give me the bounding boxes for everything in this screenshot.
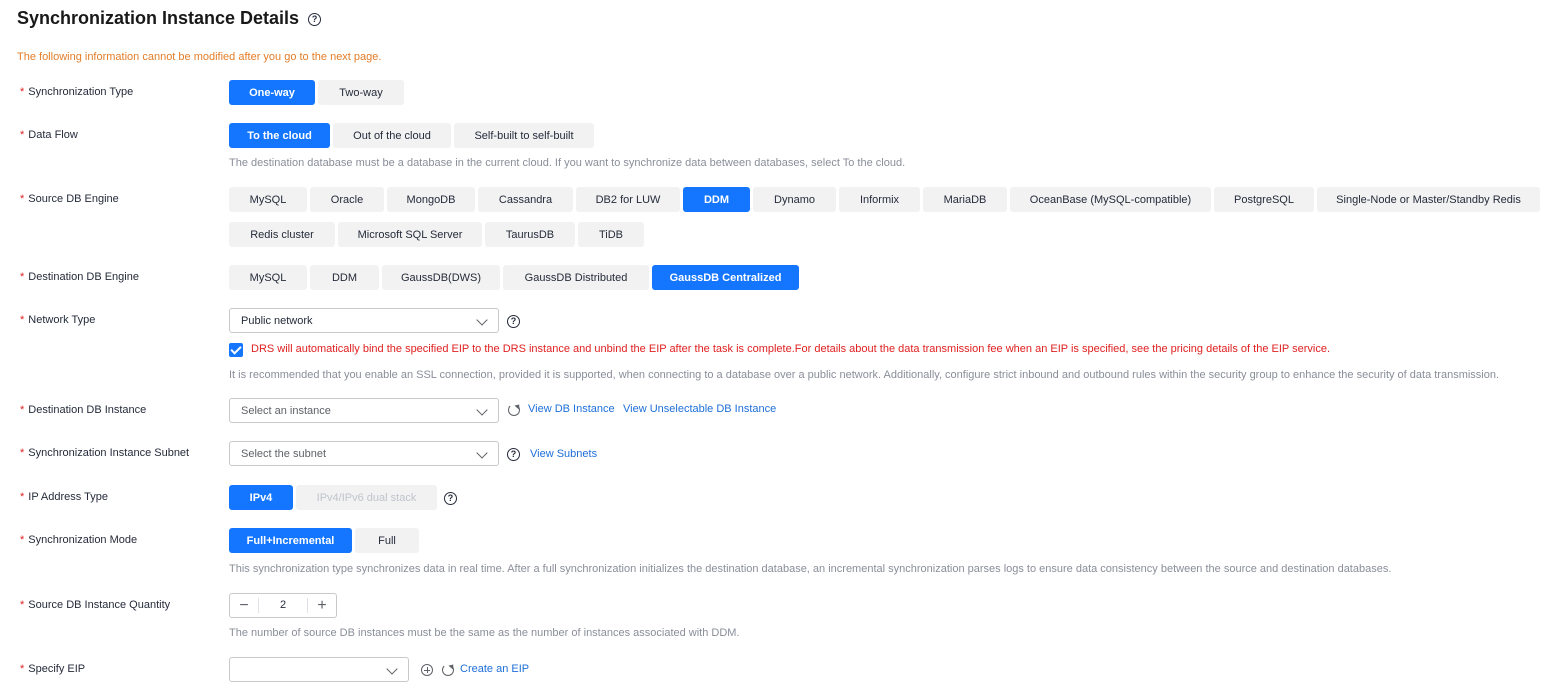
sync-mode-group: Full+Incremental Full xyxy=(229,528,419,553)
dest-engine-distributed[interactable]: GaussDB Distributed xyxy=(503,265,649,290)
help-icon[interactable]: ? xyxy=(308,13,322,26)
chevron-down-icon xyxy=(386,663,398,675)
view-db-instance-link[interactable]: View DB Instance xyxy=(528,403,615,415)
sync-type-label: * Synchronization Type xyxy=(20,86,134,98)
sync-mode-label: * Synchronization Mode xyxy=(20,534,138,546)
help-icon[interactable]: ? xyxy=(507,448,520,461)
dest-instance-placeholder: Select an instance xyxy=(241,404,331,417)
dest-engine-centralized[interactable]: GaussDB Centralized xyxy=(652,265,799,290)
source-engine-dynamo[interactable]: Dynamo xyxy=(753,187,836,212)
warning-text: The following information cannot be modi… xyxy=(17,51,382,63)
sync-mode-full-incremental[interactable]: Full+Incremental xyxy=(229,528,352,553)
sync-type-one-way[interactable]: One-way xyxy=(229,80,315,105)
chevron-down-icon xyxy=(476,404,488,416)
source-engine-oceanbase[interactable]: OceanBase (MySQL-compatible) xyxy=(1010,187,1211,212)
network-type-select[interactable]: Public network xyxy=(229,308,499,333)
ip-type-ipv4[interactable]: IPv4 xyxy=(229,485,293,510)
source-engine-taurusdb[interactable]: TaurusDB xyxy=(485,222,575,247)
dest-engine-label: * Destination DB Engine xyxy=(20,271,139,283)
data-flow-self-built[interactable]: Self-built to self-built xyxy=(454,123,594,148)
page-title: Synchronization Instance Details ? xyxy=(17,8,322,29)
sync-mode-hint: This synchronization type synchronizes d… xyxy=(229,563,1392,575)
create-eip-link[interactable]: Create an EIP xyxy=(460,663,529,675)
eip-select[interactable] xyxy=(229,657,409,682)
help-icon[interactable]: ? xyxy=(444,492,457,505)
plus-icon[interactable]: + xyxy=(308,594,336,617)
source-engine-mariadb[interactable]: MariaDB xyxy=(923,187,1007,212)
network-type-label: * Network Type xyxy=(20,314,96,326)
ip-type-group: IPv4 IPv4/IPv6 dual stack xyxy=(229,485,437,510)
minus-icon[interactable]: − xyxy=(230,594,258,617)
quantity-value[interactable]: 2 xyxy=(258,598,308,613)
dest-instance-select[interactable]: Select an instance xyxy=(229,398,499,423)
source-engine-redis-single[interactable]: Single-Node or Master/Standby Redis xyxy=(1317,187,1540,212)
network-type-value: Public network xyxy=(241,314,313,327)
chevron-down-icon xyxy=(476,447,488,459)
source-engine-postgresql[interactable]: PostgreSQL xyxy=(1214,187,1314,212)
quantity-hint: The number of source DB instances must b… xyxy=(229,627,740,639)
ip-type-dual-stack: IPv4/IPv6 dual stack xyxy=(296,485,437,510)
source-engine-sqlserver[interactable]: Microsoft SQL Server xyxy=(338,222,482,247)
data-flow-label: * Data Flow xyxy=(20,129,78,141)
dest-engine-dws[interactable]: GaussDB(DWS) xyxy=(382,265,500,290)
source-engine-label: * Source DB Engine xyxy=(20,193,119,205)
data-flow-hint: The destination database must be a datab… xyxy=(229,157,906,169)
eip-bind-checkbox[interactable] xyxy=(229,343,243,357)
subnet-placeholder: Select the subnet xyxy=(241,447,327,460)
source-engine-mysql[interactable]: MySQL xyxy=(229,187,307,212)
sync-mode-full[interactable]: Full xyxy=(355,528,419,553)
view-unselectable-link[interactable]: View Unselectable DB Instance xyxy=(623,403,776,415)
refresh-icon[interactable] xyxy=(508,404,520,416)
source-engine-informix[interactable]: Informix xyxy=(839,187,920,212)
source-engine-oracle[interactable]: Oracle xyxy=(310,187,384,212)
source-engine-db2[interactable]: DB2 for LUW xyxy=(576,187,680,212)
network-ssl-hint: It is recommended that you enable an SSL… xyxy=(229,369,1500,381)
source-engine-cassandra[interactable]: Cassandra xyxy=(478,187,573,212)
quantity-label: * Source DB Instance Quantity xyxy=(20,599,171,611)
dest-engine-group: MySQL DDM GaussDB(DWS) GaussDB Distribut… xyxy=(229,265,799,290)
eip-label: * Specify EIP xyxy=(20,663,86,675)
ip-type-label: * IP Address Type xyxy=(20,491,108,503)
chevron-down-icon xyxy=(476,314,488,326)
dest-instance-label: * Destination DB Instance xyxy=(20,404,147,416)
source-engine-ddm[interactable]: DDM xyxy=(683,187,750,212)
help-icon[interactable]: ? xyxy=(507,315,520,328)
quantity-stepper: − 2 + xyxy=(229,593,337,618)
source-engine-tidb[interactable]: TiDB xyxy=(578,222,644,247)
source-engine-group: MySQL Oracle MongoDB Cassandra DB2 for L… xyxy=(229,187,1549,247)
refresh-icon[interactable] xyxy=(442,664,454,676)
sync-type-two-way[interactable]: Two-way xyxy=(318,80,404,105)
dest-engine-ddm[interactable]: DDM xyxy=(310,265,379,290)
view-subnets-link[interactable]: View Subnets xyxy=(530,448,597,460)
data-flow-to-cloud[interactable]: To the cloud xyxy=(229,123,330,148)
data-flow-out-of-cloud[interactable]: Out of the cloud xyxy=(333,123,451,148)
subnet-label: * Synchronization Instance Subnet xyxy=(20,447,190,459)
page-title-text: Synchronization Instance Details xyxy=(17,8,300,28)
dest-engine-mysql[interactable]: MySQL xyxy=(229,265,307,290)
sync-type-group: One-way Two-way xyxy=(229,80,404,105)
source-engine-redis-cluster[interactable]: Redis cluster xyxy=(229,222,335,247)
data-flow-group: To the cloud Out of the cloud Self-built… xyxy=(229,123,594,148)
subnet-select[interactable]: Select the subnet xyxy=(229,441,499,466)
source-engine-mongodb[interactable]: MongoDB xyxy=(387,187,475,212)
add-circle-icon[interactable] xyxy=(421,664,433,676)
eip-bind-note: DRS will automatically bind the specifie… xyxy=(251,343,1330,355)
